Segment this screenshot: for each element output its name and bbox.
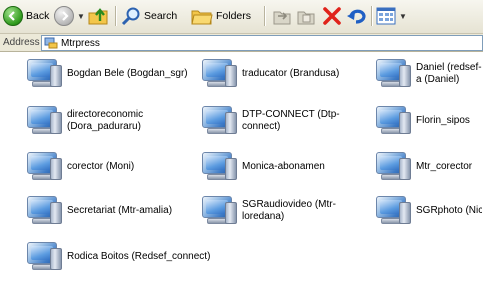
network-folder-icon <box>44 37 58 49</box>
file-list: Bogdan Bele (Bogdan_sgr) traducator (Bra… <box>0 52 483 282</box>
toolbar-separator <box>264 6 265 26</box>
computer-name: traducator (Brandusa) <box>242 68 340 79</box>
computer-item[interactable]: SGRaudiovideo (Mtr-loredana) <box>199 193 369 229</box>
computer-name: Mtr_corector <box>416 161 473 172</box>
computer-icon <box>24 104 64 138</box>
computer-item[interactable]: DTP-CONNECT (Dtp-connect) <box>199 103 369 139</box>
computer-name: SGRaudiovideo (Mtr-loredana) <box>242 199 336 222</box>
computer-icon <box>24 57 64 91</box>
computer-item[interactable]: Daniel (redsef-a (Daniel) <box>373 56 483 92</box>
computer-item[interactable]: Bogdan Bele (Bogdan_sgr) <box>24 56 194 92</box>
computer-name: corector (Moni) <box>67 161 135 172</box>
search-label: Search <box>144 10 178 22</box>
computer-item[interactable]: Mtr_corector <box>373 149 483 185</box>
chevron-down-icon[interactable]: ▼ <box>399 12 407 21</box>
up-folder-icon <box>88 8 108 25</box>
address-value: Mtrpress <box>61 37 100 49</box>
back-label: Back <box>26 10 50 22</box>
folders-label: Folders <box>216 10 252 22</box>
computer-item[interactable]: corector (Moni) <box>24 149 194 185</box>
explorer-window: Back ▼ ▼ Search <box>0 0 483 282</box>
computer-name: Monica-abonamen <box>242 161 325 172</box>
computer-icon <box>373 57 413 91</box>
views-button[interactable]: ▼ <box>376 5 407 27</box>
move-to-button[interactable] <box>272 5 292 27</box>
back-button[interactable]: Back ▼ <box>3 5 60 27</box>
address-field[interactable]: Mtrpress <box>41 35 483 51</box>
views-icon <box>376 7 396 25</box>
computer-name: DTP-CONNECT (Dtp-connect) <box>242 109 340 132</box>
address-bar: Address Mtrpress <box>0 34 483 52</box>
back-arrow-icon <box>3 6 23 26</box>
computer-name: directoreconomic (Dora_paduraru) <box>67 109 144 132</box>
delete-button[interactable] <box>322 5 342 27</box>
computer-icon <box>373 150 413 184</box>
computer-item[interactable]: directoreconomic (Dora_paduraru) <box>24 103 194 139</box>
computer-item[interactable]: Rodica Boitos (Redsef_connect) <box>24 239 214 275</box>
forward-button[interactable]: ▼ <box>54 5 85 27</box>
computer-item[interactable]: Secretariat (Mtr-amalia) <box>24 193 194 229</box>
computer-icon <box>24 194 64 228</box>
computer-name: Florin_sipos <box>416 115 470 126</box>
computer-icon <box>199 57 239 91</box>
delete-x-icon <box>323 7 341 25</box>
computer-icon <box>24 240 64 274</box>
computer-icon <box>199 104 239 138</box>
toolbar-separator <box>115 6 116 26</box>
copy-to-button[interactable] <box>296 5 316 27</box>
computer-icon <box>199 194 239 228</box>
forward-arrow-icon <box>54 6 74 26</box>
move-to-icon <box>273 11 291 25</box>
toolbar: Back ▼ ▼ Search <box>0 0 483 34</box>
computer-icon <box>373 194 413 228</box>
undo-icon <box>347 9 366 24</box>
computer-item[interactable]: Florin_sipos <box>373 103 483 139</box>
computer-name: Secretariat (Mtr-amalia) <box>67 205 173 216</box>
computer-name: Daniel (redsef-a (Daniel) <box>416 62 482 85</box>
computer-name: Rodica Boitos (Redsef_connect) <box>67 251 211 262</box>
search-button[interactable]: Search <box>121 5 177 27</box>
chevron-down-icon[interactable]: ▼ <box>77 12 85 21</box>
computer-icon <box>24 150 64 184</box>
computer-name: Bogdan Bele (Bogdan_sgr) <box>67 68 188 79</box>
folders-button[interactable]: Folders <box>191 5 251 27</box>
computer-name: SGRphoto (Nick) <box>416 205 482 216</box>
up-folder-button[interactable] <box>88 5 110 27</box>
computer-item[interactable]: Monica-abonamen <box>199 149 369 185</box>
computer-icon <box>373 104 413 138</box>
folders-icon <box>191 10 213 25</box>
toolbar-separator <box>371 6 372 26</box>
search-icon <box>121 7 140 26</box>
computer-item[interactable]: traducator (Brandusa) <box>199 56 369 92</box>
copy-to-icon <box>297 11 315 25</box>
undo-button[interactable] <box>346 5 368 27</box>
address-label: Address <box>3 37 40 48</box>
computer-item[interactable]: SGRphoto (Nick) <box>373 193 483 229</box>
computer-icon <box>199 150 239 184</box>
